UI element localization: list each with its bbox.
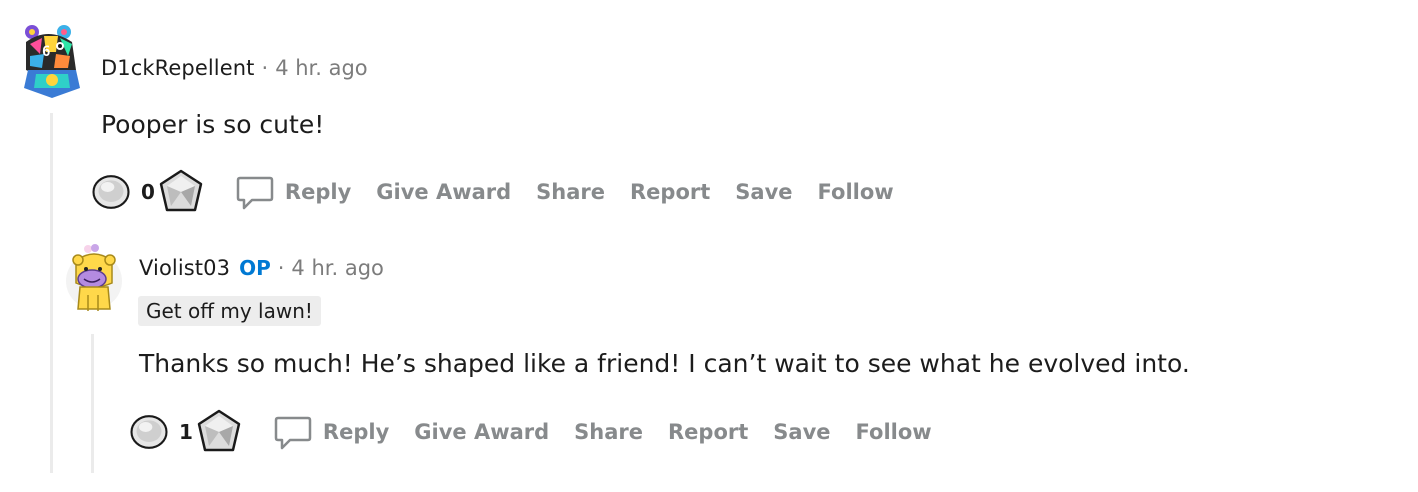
give-award-button[interactable]: Give Award [376,180,511,204]
avatar-d1ckrepellent[interactable]: 6 [22,24,82,98]
comment-body: Thanks so much! He’s shaped like a frien… [139,349,1190,378]
meta-separator: · [277,256,285,280]
username[interactable]: D1ckRepellent [101,56,255,80]
user-flair: Get off my lawn! [138,296,321,326]
avatar-image: 6 [24,25,80,98]
op-badge: OP [239,256,271,280]
svg-text:6: 6 [42,44,50,60]
comment-header: Violist03 OP · 4 hr. ago [139,256,384,280]
username[interactable]: Violist03 [139,256,230,280]
reply-speech-bubble-icon[interactable] [273,412,313,452]
give-award-button[interactable]: Give Award [414,420,549,444]
comment-header: D1ckRepellent · 4 hr. ago [101,56,368,80]
save-button[interactable]: Save [735,180,792,204]
avatar-violist03[interactable] [64,243,124,317]
upvote-circle-icon[interactable] [91,172,131,212]
timestamp[interactable]: 4 hr. ago [291,256,383,280]
follow-button[interactable]: Follow [856,420,932,444]
avatar-image [66,244,122,311]
report-button[interactable]: Report [630,180,710,204]
share-button[interactable]: Share [574,420,643,444]
save-button[interactable]: Save [773,420,830,444]
thread-line-level-1[interactable] [50,113,53,473]
vote-score: 1 [179,420,193,444]
report-button[interactable]: Report [668,420,748,444]
reply-speech-bubble-icon[interactable] [235,172,275,212]
comment-action-bar: 0 Reply Give Award Share Report Save Fol… [91,168,919,216]
vote-score: 0 [141,180,155,204]
comment-body: Pooper is so cute! [101,110,325,139]
meta-separator: · [261,56,269,80]
follow-button[interactable]: Follow [818,180,894,204]
downvote-diamond-icon[interactable] [157,168,205,216]
timestamp[interactable]: 4 hr. ago [275,56,367,80]
comment-action-bar: 1 Reply Give Award Share Report Save Fol… [129,408,957,456]
upvote-circle-icon[interactable] [129,412,169,452]
downvote-diamond-icon[interactable] [195,408,243,456]
thread-line-level-2[interactable] [91,334,94,473]
reply-button[interactable]: Reply [285,180,351,204]
share-button[interactable]: Share [536,180,605,204]
reply-button[interactable]: Reply [323,420,389,444]
